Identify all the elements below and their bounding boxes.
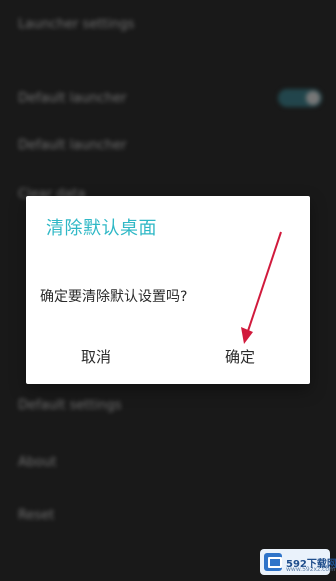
dialog-actions: 取消 确定 bbox=[26, 328, 310, 384]
dialog-message: 确定要清除默认设置吗? bbox=[40, 289, 188, 305]
bg-row-header: Launcher settings bbox=[18, 17, 135, 32]
bg-row-default-settings: Default settings bbox=[18, 398, 122, 413]
bg-row-reset: Reset bbox=[18, 508, 55, 523]
dialog-title: 清除默认桌面 bbox=[46, 218, 157, 239]
default-launcher-toggle bbox=[278, 89, 322, 107]
confirm-button[interactable]: 确定 bbox=[180, 328, 300, 384]
bg-row-about: About bbox=[18, 455, 57, 470]
cancel-button[interactable]: 取消 bbox=[36, 328, 156, 384]
clear-default-launcher-dialog: 清除默认桌面 确定要清除默认设置吗? 取消 确定 bbox=[26, 196, 310, 384]
watermark-subtext: www.592xz.com bbox=[286, 566, 335, 573]
bg-row-default-launcher: Default launcher bbox=[18, 91, 127, 106]
bg-row-launcher: Default launcher bbox=[18, 138, 127, 153]
site-watermark: 592下载网 www.592xz.com bbox=[260, 549, 336, 575]
monitor-icon bbox=[264, 553, 282, 571]
